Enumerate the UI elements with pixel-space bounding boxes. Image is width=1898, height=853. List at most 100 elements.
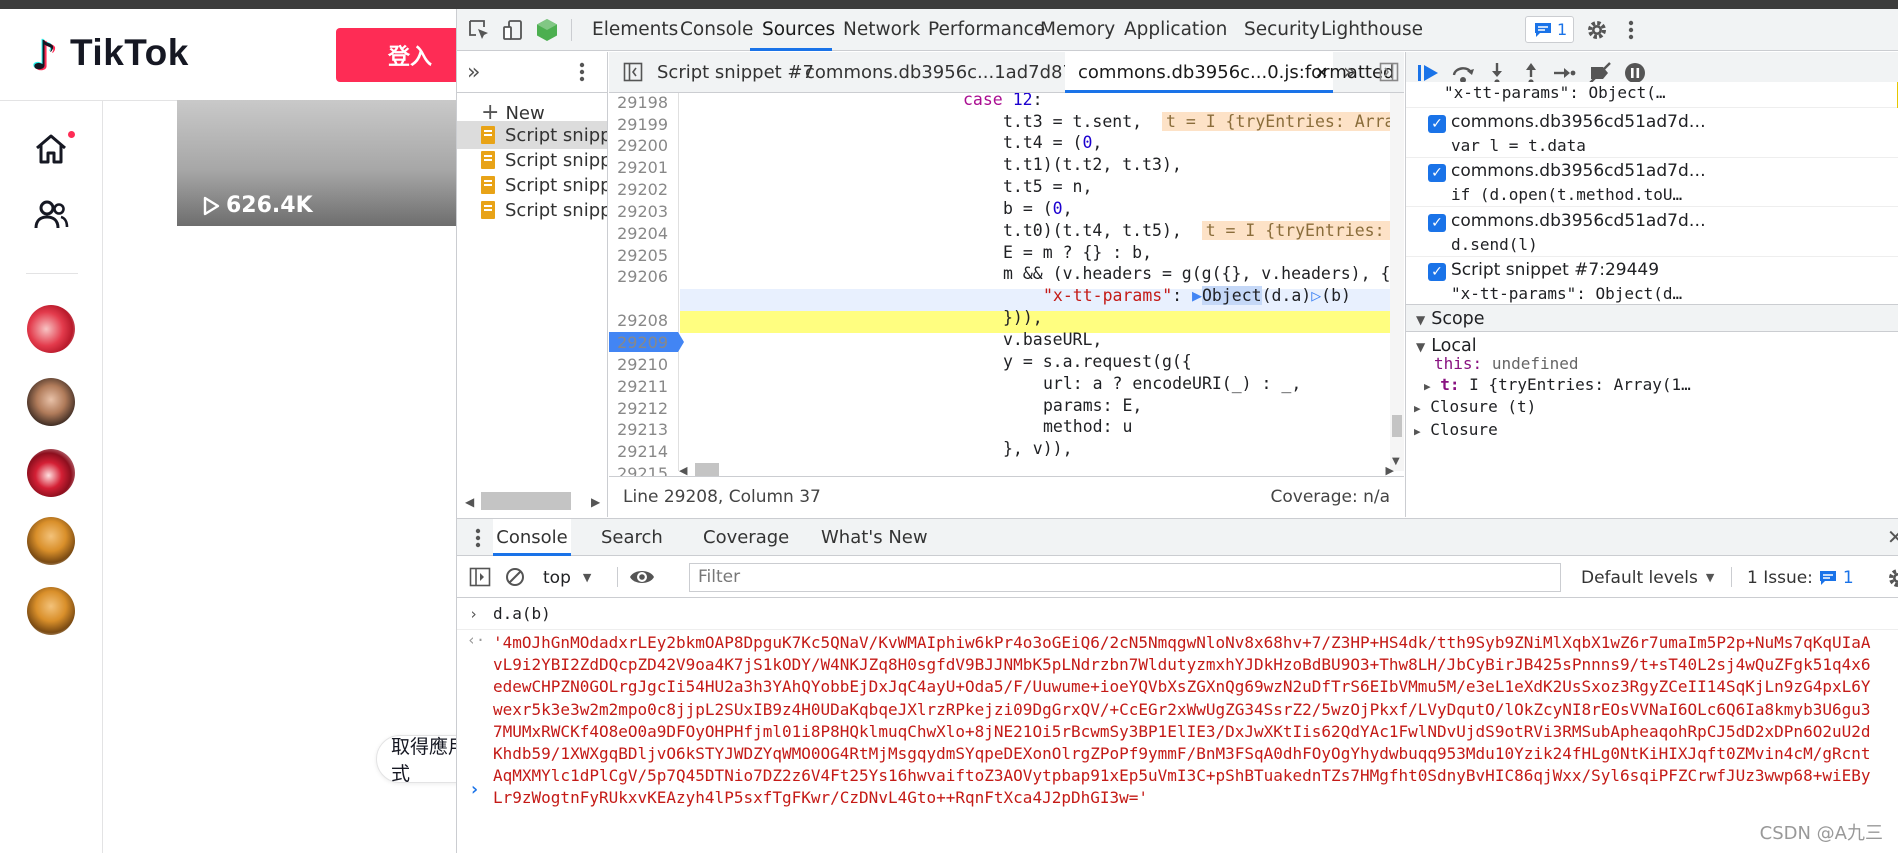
following-icon[interactable]	[30, 194, 72, 236]
coverage-status[interactable]: Coverage: n/a	[1271, 487, 1391, 507]
tab-memory[interactable]: Memory	[1040, 9, 1115, 51]
close-drawer-icon[interactable]: ✕	[1887, 525, 1898, 549]
line-number: 29200	[617, 136, 668, 155]
editor-vertical-scroll-thumb[interactable]	[1392, 415, 1402, 437]
breakpoint-file: commons.db3956cd51ad7d…	[1451, 161, 1706, 181]
closure-label: Closure	[1430, 420, 1498, 439]
play-icon	[203, 196, 220, 215]
breakpoint-checkbox[interactable]: ✓	[1428, 214, 1446, 232]
tab-elements[interactable]: Elements	[592, 9, 678, 51]
toggle-navigator-icon[interactable]	[623, 62, 643, 87]
clear-console-icon[interactable]	[505, 567, 525, 592]
breakpoint-code: d.send(l)	[1451, 235, 1538, 254]
scope-variable-t[interactable]: ▶ t: I {tryEntries: Array(1…	[1424, 375, 1691, 394]
issues-badge[interactable]: 1	[1525, 16, 1574, 43]
snippet-label: Script snippet #4	[505, 199, 607, 221]
closure-t-scope[interactable]: ▶ Closure (t)	[1414, 397, 1536, 416]
avatar[interactable]	[27, 305, 75, 353]
line-number: 29206	[617, 267, 668, 286]
console-issues-button[interactable]: 1 Issue: 1	[1747, 563, 1854, 592]
tab-lighthouse[interactable]: Lighthouse	[1321, 9, 1423, 51]
toggle-debugger-icon[interactable]	[1379, 62, 1399, 87]
show-sidebar-icon[interactable]	[469, 567, 491, 592]
breakpoint-checkbox[interactable]: ✓	[1428, 115, 1446, 133]
tab-application[interactable]: Application	[1124, 9, 1227, 51]
breakpoint-item[interactable]: ✓ Script snippet #7:29449 "x-tt-params":…	[1406, 257, 1898, 306]
closure-scope[interactable]: ▶ Closure	[1414, 420, 1498, 439]
message-divider	[457, 629, 1898, 630]
debugger-sidebar: "x-tt-params": Object(… ✓ commons.db3956…	[1405, 52, 1898, 517]
breakpoint-checkbox[interactable]: ✓	[1428, 263, 1446, 281]
input-prompt-icon: ›	[469, 605, 479, 623]
login-button[interactable]: 登入	[336, 28, 456, 82]
console-result-string: '4mOJhGnMOdadxrLEy2bkmOAP8DpguK7Kc5QNaV/…	[493, 633, 1871, 808]
extension-hexagon-icon[interactable]	[535, 18, 559, 42]
tab-network[interactable]: Network	[843, 9, 920, 51]
editor-tab-active[interactable]: commons.db3956c...0.js:formatted ✕	[1065, 52, 1394, 93]
drawer-tab-console[interactable]: Console	[493, 519, 571, 556]
breakpoint-item[interactable]: "x-tt-params": Object(…	[1406, 82, 1898, 108]
editor-vertical-scrollbar[interactable]: ▼	[1390, 93, 1404, 471]
scope-section-header[interactable]: ▼ Scope	[1406, 304, 1898, 332]
console-settings-gear-icon[interactable]	[1887, 567, 1898, 594]
gear-icon[interactable]	[1585, 18, 1609, 42]
code-view[interactable]: case 12: t.t3 = t.sent, t = I {tryEntrie…	[680, 93, 1404, 471]
code-line: t.t0)(t.t4, t.t5), t = I {tryEntries: Ar…	[1003, 220, 1404, 242]
log-levels-label: Default levels	[1581, 567, 1698, 588]
line-number-breakpoint: 29207	[617, 290, 668, 309]
console-filter-input[interactable]: Filter	[689, 563, 1561, 592]
console-prompt-icon[interactable]: ›	[469, 779, 480, 800]
console-drawer: Console Search Coverage What's New ✕ top…	[457, 518, 1898, 853]
code-line: b = (0,	[1003, 199, 1073, 218]
inspect-element-icon[interactable]	[467, 18, 491, 42]
breakpoint-code: "x-tt-params": Object(d…	[1451, 284, 1683, 303]
navigator-horizontal-scrollbar[interactable]	[481, 492, 571, 510]
notification-dot	[66, 129, 77, 140]
console-input-expression: d.a(b)	[493, 604, 551, 623]
avatar[interactable]	[27, 517, 75, 565]
device-toolbar-icon[interactable]	[501, 18, 525, 42]
line-number-gutter[interactable]: 29198 29199 29200 29201 29202 29203 2920…	[609, 93, 684, 483]
code-line: t.t1)(t.t2, t.t3),	[1003, 155, 1182, 174]
issues-label: 1 Issue:	[1747, 567, 1813, 588]
editor-horizontal-scroll-thumb[interactable]	[695, 463, 719, 477]
console-output[interactable]: › d.a(b) ‹· '4mOJhGnMOdadxrLEy2bkmOAP8Dp…	[457, 599, 1898, 853]
log-levels-dropdown[interactable]: Default levels ▼	[1581, 563, 1714, 592]
more-options-icon[interactable]	[1619, 18, 1643, 42]
avatar[interactable]	[27, 587, 75, 635]
tiktok-logo[interactable]: ♪ ♪ ♪ TikTok	[28, 31, 189, 79]
drawer-tab-search[interactable]: Search	[601, 519, 663, 556]
scroll-left-icon[interactable]: ◀	[465, 495, 474, 509]
drawer-tab-coverage[interactable]: Coverage	[703, 519, 789, 556]
breakpoint-item[interactable]: ✓ commons.db3956cd51ad7d… if (d.open(t.m…	[1406, 158, 1898, 207]
tab-performance[interactable]: Performance	[928, 9, 1045, 51]
close-icon[interactable]: ✕	[1315, 52, 1328, 93]
tiktok-page: ♪ ♪ ♪ TikTok 登入 626.4K 取得應用程式	[0, 9, 456, 853]
tab-sources[interactable]: Sources	[762, 9, 835, 51]
chevron-double-right-icon[interactable]: »	[1343, 60, 1356, 85]
scroll-right-icon[interactable]: ▶	[591, 495, 600, 509]
editor-tab[interactable]: Script snippet #7	[657, 52, 814, 93]
breakpoint-item[interactable]: ✓ commons.db3956cd51ad7d… d.send(l)	[1406, 208, 1898, 257]
breakpoint-item[interactable]: ✓ commons.db3956cd51ad7d… var l = t.data	[1406, 109, 1898, 158]
live-expression-eye-icon[interactable]	[629, 566, 655, 593]
drawer-menu-icon[interactable]	[475, 527, 481, 554]
avatar[interactable]	[27, 449, 75, 497]
tab-console[interactable]: Console	[680, 9, 753, 51]
snippet-item[interactable]: Script snippet #5	[457, 171, 607, 199]
snippet-item[interactable]: Script snippet #4	[457, 196, 607, 224]
context-selector[interactable]: top ▼	[533, 563, 613, 592]
line-number: 29210	[617, 355, 668, 374]
tab-security[interactable]: Security	[1244, 9, 1320, 51]
avatar[interactable]	[27, 378, 75, 426]
get-app-button[interactable]: 取得應用程式	[376, 735, 456, 785]
more-options-icon[interactable]	[579, 61, 585, 88]
chevron-double-right-icon[interactable]: »	[467, 60, 480, 85]
snippet-item[interactable]: Script snippet #6	[457, 146, 607, 174]
scope-variable-this[interactable]: this: undefined	[1434, 354, 1579, 373]
navigator-header: »	[457, 52, 608, 93]
breakpoint-checkbox[interactable]: ✓	[1428, 164, 1446, 182]
drawer-tab-whats-new[interactable]: What's New	[821, 519, 928, 556]
code-line: method: u	[1043, 417, 1133, 436]
snippet-item[interactable]: Script snippet #7	[457, 121, 607, 149]
